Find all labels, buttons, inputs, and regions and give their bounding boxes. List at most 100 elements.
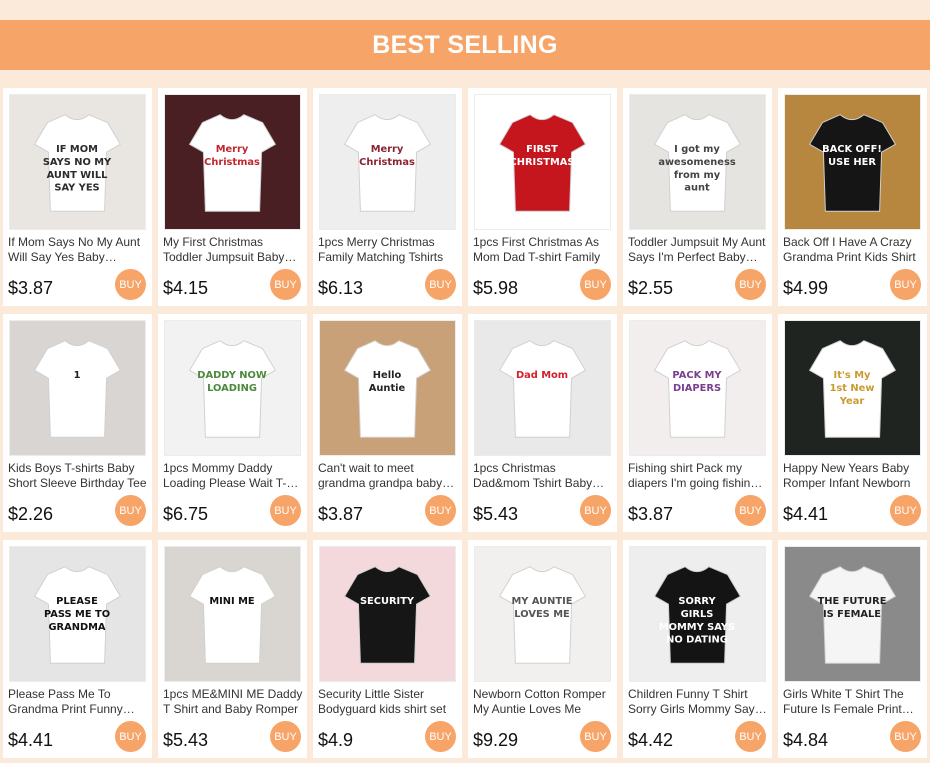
garment-print-text: It's My bbox=[834, 370, 871, 381]
product-grid: IF MOM SAYS NO MY AUNT WILL SAY YES If Mom S… bbox=[3, 88, 927, 758]
product-photo-illustration: MINI ME bbox=[165, 547, 300, 681]
product-card[interactable]: Merry Christmas My First Christmas Toddler… bbox=[158, 88, 307, 306]
product-photo-illustration: DADDY NOW LOADING bbox=[165, 321, 300, 455]
garment-print-text: NO DATING bbox=[666, 635, 728, 646]
garment-print-text: BACK OFF! bbox=[822, 144, 882, 155]
garment-print-text: THE FUTURE bbox=[818, 596, 887, 607]
product-title[interactable]: Newborn Cotton Romper My Auntie Loves Me bbox=[473, 687, 613, 717]
product-title[interactable]: Kids Boys T-shirts Baby Short Sleeve Bir… bbox=[8, 461, 148, 491]
product-photo-illustration: Hello Auntie bbox=[320, 321, 455, 455]
garment-print-text: Christmas bbox=[359, 157, 415, 168]
product-price: $4.99 bbox=[783, 278, 829, 298]
product-title[interactable]: Security Little Sister Bodyguard kids sh… bbox=[318, 687, 458, 717]
product-card[interactable]: SORRY GIRLS MOMMY SAYS NO DATING Children Fu… bbox=[623, 540, 772, 758]
garment-print-text: USE HER bbox=[828, 157, 876, 168]
garment-print-text: LOVES ME bbox=[514, 609, 569, 620]
buy-button[interactable]: BUY bbox=[735, 269, 766, 300]
buy-button[interactable]: BUY bbox=[270, 269, 301, 300]
product-image[interactable]: MINI ME bbox=[164, 546, 301, 682]
product-title[interactable]: Children Funny T Shirt Sorry Girls Mommy… bbox=[628, 687, 768, 717]
product-card[interactable]: 1 Kids Boys T-shirts Baby Short Sleeve Bi… bbox=[3, 314, 152, 532]
buy-button[interactable]: BUY bbox=[735, 721, 766, 752]
product-title[interactable]: 1pcs Mommy Daddy Loading Please Wait T-s… bbox=[163, 461, 303, 491]
buy-button[interactable]: BUY bbox=[115, 495, 146, 526]
product-card[interactable]: Merry Christmas 1pcs Merry Christmas Famil… bbox=[313, 88, 462, 306]
buy-button[interactable]: BUY bbox=[890, 269, 921, 300]
product-image[interactable]: BACK OFF! USE HER bbox=[784, 94, 921, 230]
product-card[interactable]: IF MOM SAYS NO MY AUNT WILL SAY YES If Mom S… bbox=[3, 88, 152, 306]
product-title[interactable]: 1pcs Christmas Dad&mom Tshirt Baby Rompe… bbox=[473, 461, 613, 491]
product-title[interactable]: Girls White T Shirt The Future Is Female… bbox=[783, 687, 923, 717]
buy-button[interactable]: BUY bbox=[425, 495, 456, 526]
product-price: $4.84 bbox=[783, 730, 829, 750]
product-image[interactable]: FIRST CHRISTMAS bbox=[474, 94, 611, 230]
product-image[interactable]: THE FUTURE IS FEMALE bbox=[784, 546, 921, 682]
product-title[interactable]: Happy New Years Baby Romper Infant Newbo… bbox=[783, 461, 923, 491]
buy-button[interactable]: BUY bbox=[270, 495, 301, 526]
buy-button[interactable]: BUY bbox=[890, 721, 921, 752]
garment-print-text: MY AUNTIE bbox=[512, 596, 573, 607]
product-title[interactable]: My First Christmas Toddler Jumpsuit Baby… bbox=[163, 235, 303, 265]
garment-print-text: MOMMY SAYS bbox=[659, 622, 735, 633]
product-card[interactable]: MINI ME 1pcs ME&MINI ME Daddy T Shirt and… bbox=[158, 540, 307, 758]
garment-print-text: DIAPERS bbox=[673, 383, 721, 394]
product-card[interactable]: Hello Auntie Can't wait to meet grandma gr… bbox=[313, 314, 462, 532]
product-title[interactable]: If Mom Says No My Aunt Will Say Yes Baby… bbox=[8, 235, 148, 265]
buy-button[interactable]: BUY bbox=[115, 721, 146, 752]
product-card[interactable]: THE FUTURE IS FEMALE Girls White T Shirt T… bbox=[778, 540, 927, 758]
buy-button[interactable]: BUY bbox=[580, 495, 611, 526]
buy-button[interactable]: BUY bbox=[735, 495, 766, 526]
buy-button[interactable]: BUY bbox=[270, 721, 301, 752]
product-title[interactable]: Back Off I Have A Crazy Grandma Print Ki… bbox=[783, 235, 923, 265]
product-title[interactable]: 1pcs First Christmas As Mom Dad T-shirt … bbox=[473, 235, 613, 265]
product-image[interactable]: It's My 1st New Year bbox=[784, 320, 921, 456]
product-card[interactable]: It's My 1st New Year Happy New Years Baby R… bbox=[778, 314, 927, 532]
buy-button[interactable]: BUY bbox=[580, 721, 611, 752]
product-image[interactable]: SECURITY bbox=[319, 546, 456, 682]
product-card[interactable]: DADDY NOW LOADING 1pcs Mommy Daddy Loading… bbox=[158, 314, 307, 532]
product-card[interactable]: Dad Mom 1pcs Christmas Dad&mom Tshirt Bab… bbox=[468, 314, 617, 532]
product-card[interactable]: PLEASE PASS ME TO GRANDMA Please Pass Me To… bbox=[3, 540, 152, 758]
product-title[interactable]: 1pcs Merry Christmas Family Matching Tsh… bbox=[318, 235, 458, 265]
product-photo-illustration: Merry Christmas bbox=[320, 95, 455, 229]
product-card[interactable]: PACK MY DIAPERS Fishing shirt Pack my diap… bbox=[623, 314, 772, 532]
product-title[interactable]: Toddler Jumpsuit My Aunt Says I'm Perfec… bbox=[628, 235, 768, 265]
product-title[interactable]: Can't wait to meet grandma grandpa baby … bbox=[318, 461, 458, 491]
product-title[interactable]: Please Pass Me To Grandma Print Funny Ba… bbox=[8, 687, 148, 717]
buy-button[interactable]: BUY bbox=[425, 269, 456, 300]
product-image[interactable]: Hello Auntie bbox=[319, 320, 456, 456]
garment-print-text: GRANDMA bbox=[48, 622, 105, 633]
product-photo-illustration: SECURITY bbox=[320, 547, 455, 681]
buy-button[interactable]: BUY bbox=[115, 269, 146, 300]
buy-button[interactable]: BUY bbox=[890, 495, 921, 526]
product-image[interactable]: MY AUNTIE LOVES ME bbox=[474, 546, 611, 682]
product-image[interactable]: Merry Christmas bbox=[319, 94, 456, 230]
product-price: $9.29 bbox=[473, 730, 519, 750]
product-image[interactable]: PACK MY DIAPERS bbox=[629, 320, 766, 456]
product-image[interactable]: IF MOM SAYS NO MY AUNT WILL SAY YES bbox=[9, 94, 146, 230]
product-title[interactable]: Fishing shirt Pack my diapers I'm going … bbox=[628, 461, 768, 491]
product-image[interactable]: PLEASE PASS ME TO GRANDMA bbox=[9, 546, 146, 682]
garment-print-text: SECURITY bbox=[360, 596, 415, 607]
product-card[interactable]: MY AUNTIE LOVES ME Newborn Cotton Romper M… bbox=[468, 540, 617, 758]
product-title[interactable]: 1pcs ME&MINI ME Daddy T Shirt and Baby R… bbox=[163, 687, 303, 717]
product-price: $4.41 bbox=[783, 504, 829, 524]
product-image[interactable]: Dad Mom bbox=[474, 320, 611, 456]
buy-button[interactable]: BUY bbox=[580, 269, 611, 300]
product-card[interactable]: SECURITY Security Little Sister Bodyguard… bbox=[313, 540, 462, 758]
garment-print-text: PACK MY bbox=[672, 370, 722, 381]
garment-print-text: PLEASE bbox=[56, 596, 98, 607]
buy-button[interactable]: BUY bbox=[425, 721, 456, 752]
garment-print-text: MINI ME bbox=[209, 596, 254, 607]
product-image[interactable]: I got my awesomeness from my aunt bbox=[629, 94, 766, 230]
product-card[interactable]: FIRST CHRISTMAS 1pcs First Christmas As Mo… bbox=[468, 88, 617, 306]
product-card[interactable]: I got my awesomeness from my aunt Toddler Ju… bbox=[623, 88, 772, 306]
product-image[interactable]: SORRY GIRLS MOMMY SAYS NO DATING bbox=[629, 546, 766, 682]
product-photo-illustration: SORRY GIRLS MOMMY SAYS NO DATING bbox=[630, 547, 765, 681]
product-image[interactable]: DADDY NOW LOADING bbox=[164, 320, 301, 456]
product-image[interactable]: Merry Christmas bbox=[164, 94, 301, 230]
product-price: $2.26 bbox=[8, 504, 54, 524]
product-image[interactable]: 1 bbox=[9, 320, 146, 456]
product-card[interactable]: BACK OFF! USE HER Back Off I Have A Crazy … bbox=[778, 88, 927, 306]
garment-print-text: Merry bbox=[371, 144, 404, 155]
